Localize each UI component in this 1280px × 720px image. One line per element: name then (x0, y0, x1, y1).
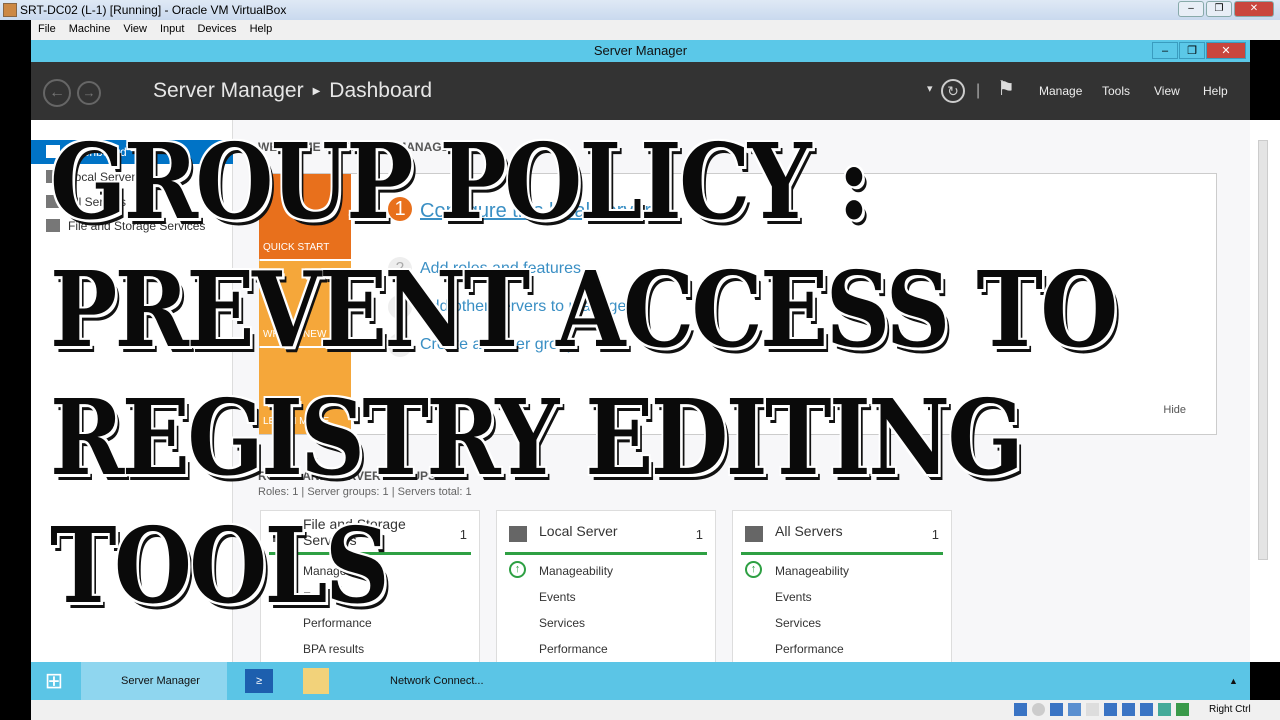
menu-tools[interactable]: Tools (1102, 84, 1130, 98)
taskbar-network-connections[interactable]: Network Connect... (354, 662, 498, 700)
sm-restore-button[interactable]: ❐ (1179, 42, 1205, 59)
taskbar: ⊞ Server Manager ≥ Network Connect... ▲ (31, 662, 1250, 700)
menu-view-sm[interactable]: View (1154, 84, 1180, 98)
menu-view[interactable]: View (123, 23, 147, 40)
header: ← → Server Manager ▶ Dashboard ▾ ↻ | ⚑ Man… (31, 62, 1250, 120)
overlay-line: GROUP POLICY : (50, 120, 871, 243)
flag-icon[interactable]: ⚑ (997, 76, 1015, 101)
virtualbox-icon (3, 3, 17, 17)
vm-title: SRT-DC02 (L-1) [Running] - Oracle VM Vir… (20, 3, 287, 17)
divider: | (976, 82, 981, 99)
vm-menu-bar: File Machine View Input Devices Help (31, 20, 1280, 40)
breadcrumb: Server Manager ▶ Dashboard (153, 79, 433, 102)
breadcrumb-root[interactable]: Server Manager (153, 79, 304, 102)
restore-button[interactable]: ❐ (1206, 1, 1232, 17)
overlay-line: TOOLS (50, 504, 390, 627)
refresh-icon[interactable]: ↻ (941, 79, 965, 103)
taskbar-label: Server Manager (121, 675, 200, 687)
sm-close-button[interactable]: ✕ (1206, 42, 1246, 59)
host-key-label: Right Ctrl (1209, 704, 1251, 715)
powershell-icon[interactable]: ≥ (245, 669, 273, 693)
menu-input[interactable]: Input (160, 23, 184, 40)
taskbar-server-manager[interactable]: Server Manager (81, 662, 227, 700)
overlay-line: PREVENT ACCESS TO (50, 248, 1118, 371)
menu-help[interactable]: Help (250, 23, 273, 40)
back-icon[interactable]: ← (43, 79, 71, 107)
menu-file[interactable]: File (38, 23, 56, 40)
overlay-line: REGISTRY EDITING (50, 376, 1024, 499)
row-bpa[interactable]: BPA results (303, 642, 364, 656)
scrollbar[interactable] (1250, 120, 1280, 662)
title-overlay: GROUP POLICY : PREVENT ACCESS TO REGISTR… (50, 118, 1118, 630)
vm-title-bar: SRT-DC02 (L-1) [Running] - Oracle VM Vir… (0, 0, 1280, 20)
breadcrumb-page: Dashboard (329, 79, 433, 102)
menu-machine[interactable]: Machine (69, 23, 111, 40)
taskbar-label: Network Connect... (390, 675, 484, 687)
row-performance[interactable]: Performance (539, 642, 608, 656)
dropdown-icon[interactable]: ▾ (927, 82, 933, 95)
vm-status-bar: Right Ctrl (31, 700, 1280, 720)
server-manager-title-bar: Server Manager – ❐ ✕ (31, 40, 1250, 62)
windows-start-icon[interactable]: ⊞ (31, 662, 77, 700)
row-performance[interactable]: Performance (775, 642, 844, 656)
hide-link[interactable]: Hide (1163, 404, 1186, 416)
menu-devices[interactable]: Devices (197, 23, 236, 40)
vm-device-icons[interactable] (1014, 703, 1189, 716)
forward-icon[interactable]: → (77, 81, 101, 105)
menu-help-sm[interactable]: Help (1203, 84, 1228, 98)
menu-manage[interactable]: Manage (1039, 84, 1082, 98)
file-explorer-icon[interactable] (303, 668, 329, 694)
sm-minimize-button[interactable]: – (1152, 42, 1178, 59)
close-button[interactable]: ✕ (1234, 1, 1274, 17)
minimize-button[interactable]: – (1178, 1, 1204, 17)
window-title: Server Manager (593, 43, 688, 58)
tray-expand-icon[interactable]: ▲ (1229, 662, 1238, 700)
scrollbar-thumb[interactable] (1258, 140, 1268, 560)
